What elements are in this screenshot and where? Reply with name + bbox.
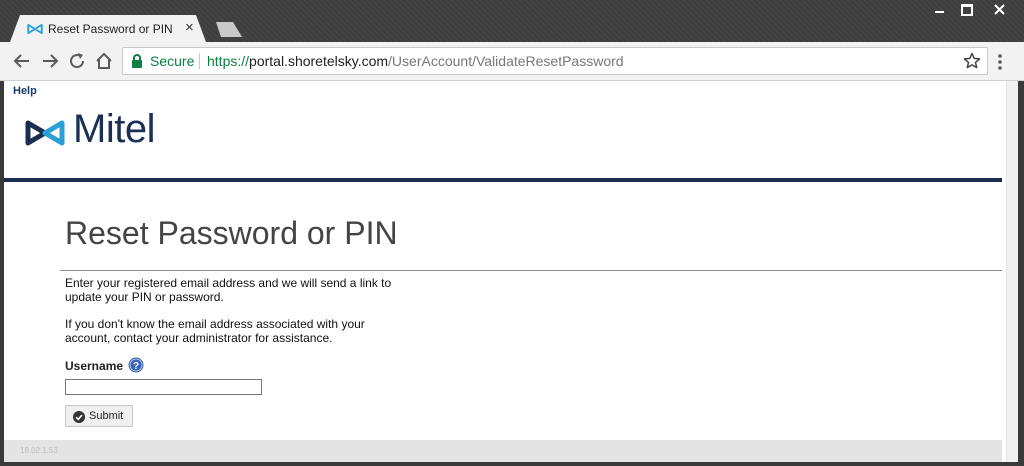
intro-text: Enter your registered email address and … bbox=[65, 276, 405, 304]
info-line-2: account, contact your administrator for … bbox=[65, 331, 333, 345]
tab-close-icon[interactable]: × bbox=[185, 19, 194, 37]
forward-arrow-icon[interactable] bbox=[40, 51, 60, 71]
browser-toolbar: Secure https://portal.shoretelsky.com/Us… bbox=[0, 42, 1024, 81]
vertical-scrollbar[interactable] bbox=[1006, 81, 1018, 462]
url-scheme: https:// bbox=[207, 53, 250, 69]
close-icon bbox=[994, 4, 1005, 15]
question-help-icon[interactable]: ? bbox=[128, 357, 144, 373]
info-text: If you don't know the email address asso… bbox=[65, 317, 405, 345]
url-path: /UserAccount/ValidateResetPassword bbox=[388, 53, 624, 69]
header-divider bbox=[4, 178, 1002, 182]
check-circle-icon bbox=[73, 411, 85, 423]
star-icon[interactable] bbox=[963, 52, 981, 70]
mitel-favicon-icon bbox=[26, 23, 44, 35]
footer-version: 18.02.1.53 bbox=[20, 446, 58, 455]
kebab-menu-icon[interactable] bbox=[996, 53, 1004, 71]
new-tab-button[interactable] bbox=[212, 22, 242, 37]
address-separator bbox=[199, 53, 200, 69]
minimize-button[interactable] bbox=[926, 0, 953, 18]
logo-wordmark: Mitel bbox=[73, 107, 155, 151]
page-viewport: Help Mitel Reset Password or PIN Enter y… bbox=[4, 81, 1018, 462]
page-footer: 18.02.1.53 bbox=[4, 440, 1002, 462]
tab-title: Reset Password or PIN bbox=[48, 22, 173, 36]
username-label: Username bbox=[65, 359, 124, 373]
window-close-button[interactable] bbox=[980, 0, 1020, 18]
page-title: Reset Password or PIN bbox=[65, 215, 398, 251]
help-link[interactable]: Help bbox=[13, 85, 37, 97]
maximize-button[interactable] bbox=[953, 0, 980, 18]
svg-text:?: ? bbox=[133, 361, 139, 372]
url-text: https://portal.shoretelsky.com/UserAccou… bbox=[207, 53, 624, 69]
submit-button[interactable]: Submit bbox=[65, 405, 133, 427]
secure-label: Secure bbox=[150, 53, 195, 69]
info-line-1: If you don't know the email address asso… bbox=[65, 317, 365, 331]
lock-icon bbox=[132, 54, 142, 68]
intro-line-1: Enter your registered email address and … bbox=[65, 276, 392, 290]
window-title-bar: Reset Password or PIN × bbox=[0, 0, 1024, 42]
address-bar[interactable]: Secure https://portal.shoretelsky.com/Us… bbox=[122, 47, 988, 75]
reload-icon[interactable] bbox=[67, 51, 87, 71]
minimize-icon bbox=[935, 11, 944, 13]
back-arrow-icon[interactable] bbox=[12, 51, 32, 71]
url-host: portal.shoretelsky.com bbox=[249, 53, 389, 69]
home-icon[interactable] bbox=[94, 51, 114, 71]
submit-label: Submit bbox=[89, 410, 124, 422]
username-input[interactable] bbox=[65, 379, 262, 395]
maximize-icon bbox=[961, 4, 973, 16]
intro-line-2: update your PIN or password. bbox=[65, 290, 224, 304]
title-divider bbox=[60, 270, 1002, 271]
mitel-logo-icon bbox=[25, 120, 65, 146]
browser-tab[interactable]: Reset Password or PIN × bbox=[10, 15, 206, 42]
